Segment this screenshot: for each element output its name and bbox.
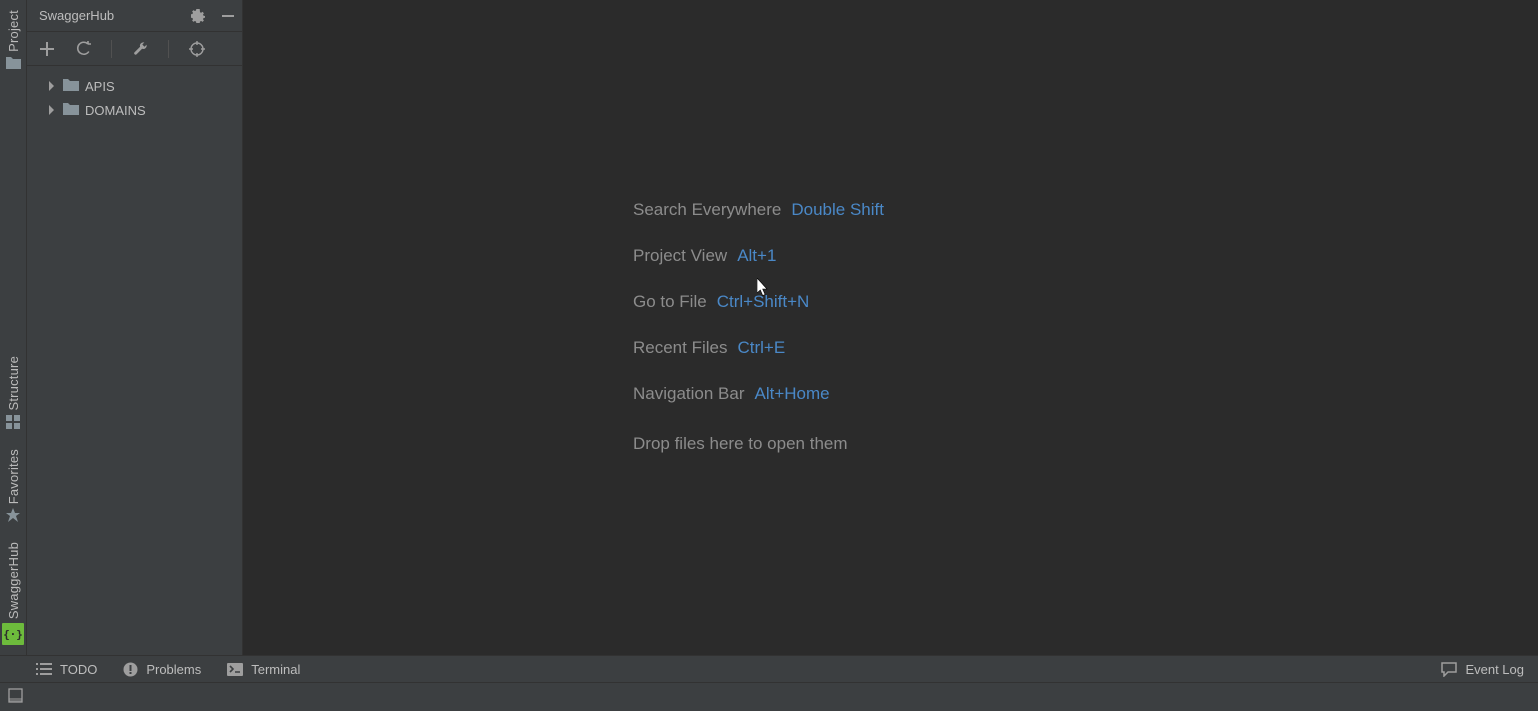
hint-label: Navigation Bar [633, 384, 745, 404]
bottom-item-todo[interactable]: TODO [36, 662, 97, 677]
hint-label: Go to File [633, 292, 707, 312]
swaggerhub-icon: {·} [2, 623, 24, 645]
bottom-item-event-log[interactable]: Event Log [1441, 662, 1524, 677]
hint-label: Recent Files [633, 338, 727, 358]
bottom-item-label: Problems [146, 662, 201, 677]
bottom-item-label: Terminal [251, 662, 300, 677]
tree-row-apis[interactable]: APIS [31, 74, 238, 98]
hint-recent-files: Recent Files Ctrl+E [633, 338, 884, 358]
rail-item-favorites[interactable]: Favorites [6, 439, 21, 532]
chevron-right-icon [47, 105, 57, 115]
warning-icon [123, 662, 138, 677]
add-icon[interactable] [39, 41, 55, 57]
hint-shortcut: Alt+Home [755, 384, 830, 404]
gear-icon[interactable] [190, 8, 206, 24]
tree-label: DOMAINS [85, 103, 146, 118]
chevron-right-icon [47, 81, 57, 91]
tree-label: APIS [85, 79, 115, 94]
rail-item-swaggerhub[interactable]: SwaggerHub {·} [2, 532, 24, 655]
hint-project-view: Project View Alt+1 [633, 246, 884, 266]
rail-item-project[interactable]: Project [6, 0, 21, 79]
panel-tree: APIS DOMAINS [27, 66, 242, 130]
hint-shortcut: Alt+1 [737, 246, 776, 266]
rail-item-label: Favorites [6, 449, 21, 504]
panel-title: SwaggerHub [39, 8, 114, 23]
hint-label: Search Everywhere [633, 200, 781, 220]
rail-item-label: Project [6, 10, 21, 52]
bottom-item-label: TODO [60, 662, 97, 677]
shortcut-hints: Search Everywhere Double Shift Project V… [633, 200, 884, 454]
editor-empty-area[interactable]: Search Everywhere Double Shift Project V… [243, 0, 1538, 655]
rail-item-structure[interactable]: Structure [6, 346, 21, 439]
tree-row-domains[interactable]: DOMAINS [31, 98, 238, 122]
target-icon[interactable] [189, 41, 205, 57]
wrench-icon[interactable] [132, 41, 148, 57]
folder-icon [6, 56, 21, 69]
bottom-item-problems[interactable]: Problems [123, 662, 201, 677]
bottom-item-terminal[interactable]: Terminal [227, 662, 300, 677]
toolbar-divider [168, 40, 169, 58]
list-icon [36, 663, 52, 676]
bottom-item-label: Event Log [1465, 662, 1524, 677]
panel-header: SwaggerHub [27, 0, 242, 32]
hint-go-to-file: Go to File Ctrl+Shift+N [633, 292, 884, 312]
folder-icon [63, 78, 79, 94]
toolbar-divider [111, 40, 112, 58]
speech-bubble-icon [1441, 662, 1457, 677]
left-tool-rail: Project Structure Favorites SwaggerHub {… [0, 0, 27, 655]
refresh-icon[interactable] [75, 41, 91, 57]
folder-icon [63, 102, 79, 118]
star-icon [6, 508, 20, 522]
bottom-tool-bar: TODO Problems Terminal Event Log [0, 655, 1538, 683]
minimize-icon[interactable] [220, 8, 236, 24]
hint-shortcut: Double Shift [791, 200, 884, 220]
drop-files-message: Drop files here to open them [633, 434, 884, 454]
status-bar [0, 683, 1538, 711]
rail-item-label: Structure [6, 356, 21, 411]
rail-item-label: SwaggerHub [6, 542, 21, 619]
hint-navigation-bar: Navigation Bar Alt+Home [633, 384, 884, 404]
swaggerhub-panel: SwaggerHub [27, 0, 243, 655]
hint-label: Project View [633, 246, 727, 266]
terminal-icon [227, 663, 243, 676]
structure-icon [6, 415, 20, 429]
hint-shortcut: Ctrl+Shift+N [717, 292, 810, 312]
panel-toolbar [27, 32, 242, 66]
tool-windows-toggle-icon[interactable] [8, 688, 23, 706]
hint-search-everywhere: Search Everywhere Double Shift [633, 200, 884, 220]
hint-shortcut: Ctrl+E [737, 338, 785, 358]
